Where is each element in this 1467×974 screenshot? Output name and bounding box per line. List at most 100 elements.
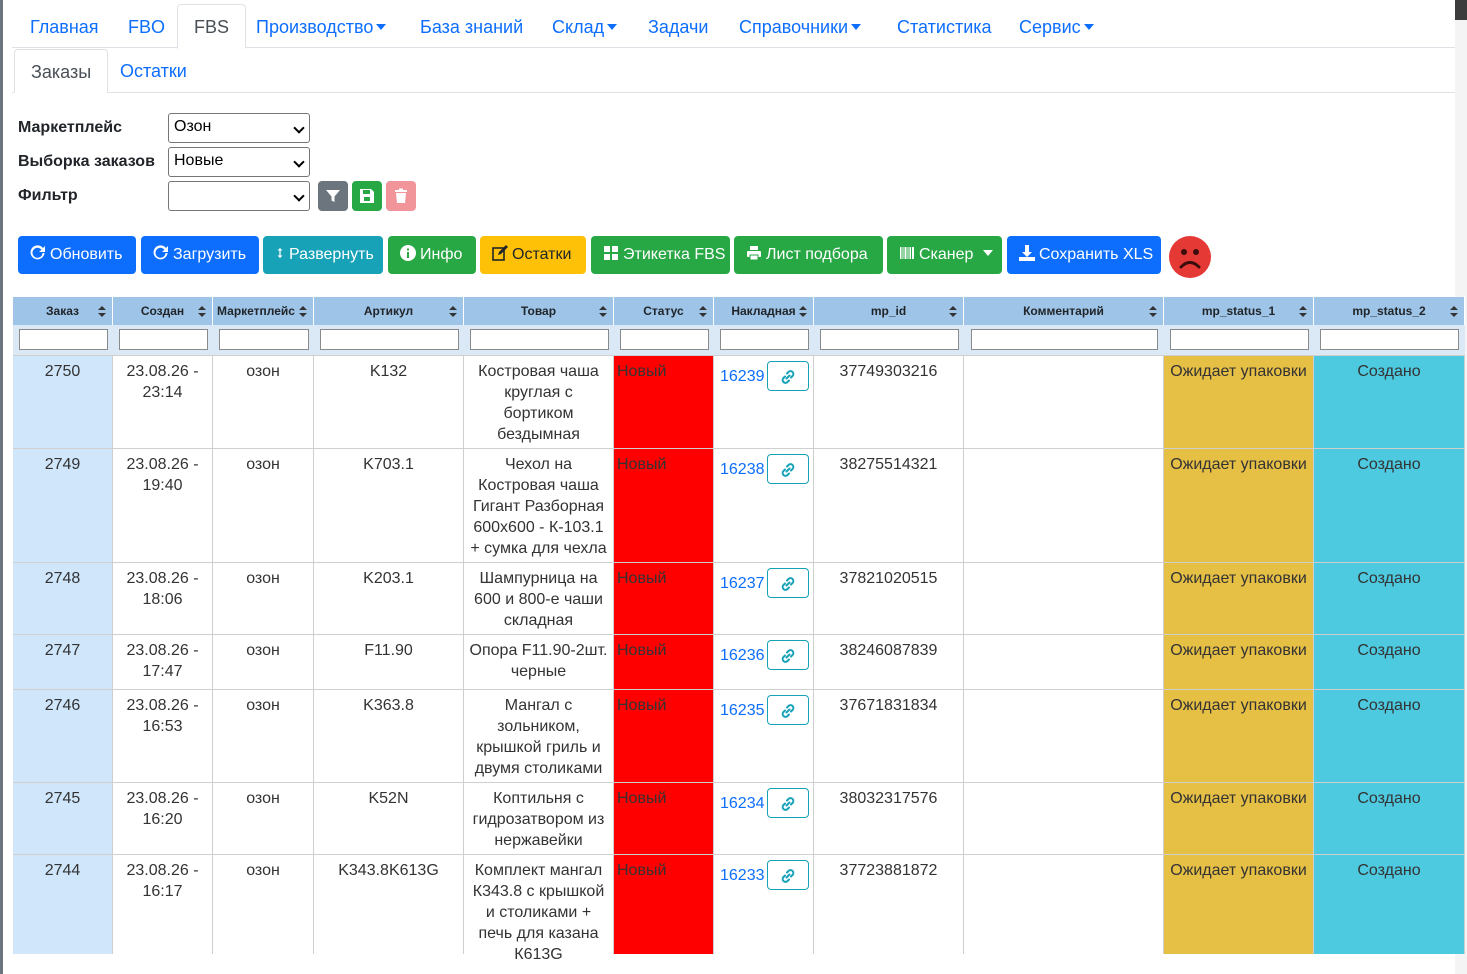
sort-icon [1450, 306, 1458, 317]
open-invoice-link-button[interactable] [767, 454, 809, 484]
fbs-label-button[interactable]: Этикетка FBS [591, 236, 730, 274]
tab-orders[interactable]: Заказы [14, 49, 109, 93]
tab-directories[interactable]: Справочники [723, 4, 877, 49]
filter-input-mp-status-2[interactable] [1320, 329, 1459, 350]
tab-stock[interactable]: Остатки [104, 49, 203, 93]
order-selection-select[interactable]: Новые [168, 147, 310, 177]
sort-icon [1299, 306, 1307, 317]
filter-input-marketplace[interactable] [219, 329, 309, 350]
funnel-icon [326, 190, 340, 202]
invoice-link[interactable]: 16238 [720, 459, 765, 480]
invoice-link[interactable]: 16236 [720, 645, 765, 666]
stock-button[interactable]: Остатки [480, 236, 586, 274]
column-header-mp-id[interactable]: mp_id [814, 297, 964, 325]
filter-input-sku[interactable] [320, 329, 459, 350]
filter-input-mp-id[interactable] [820, 329, 959, 350]
filter-input-product[interactable] [470, 329, 609, 350]
cell-text: 38246087839 [839, 642, 938, 659]
cell-mp-status-2: Создано [1314, 690, 1465, 782]
open-invoice-link-button[interactable] [767, 860, 809, 890]
save-filter-button[interactable] [352, 181, 382, 211]
marketplace-label: Маркетплейс [18, 119, 122, 136]
cell-text: озон [246, 790, 280, 807]
column-header-invoice[interactable]: Накладная [714, 297, 814, 325]
chevron-down-icon [293, 156, 305, 168]
filter-input-order[interactable] [19, 329, 108, 350]
refresh-button[interactable]: Обновить [18, 236, 136, 274]
filter-input-mp-status-1[interactable] [1170, 329, 1309, 350]
table-row[interactable]: 2747 23.08.26 - 17:47 озон F11.90 Опора F11.… [13, 634, 1465, 689]
invoice-link[interactable]: 16233 [720, 865, 765, 886]
apply-filter-button[interactable] [318, 181, 348, 211]
column-header-order[interactable]: Заказ [13, 297, 113, 325]
column-header-created[interactable]: Создан [113, 297, 213, 325]
column-header-product[interactable]: Товар [464, 297, 614, 325]
tab-production[interactable]: Производство [240, 4, 402, 49]
column-header-comment[interactable]: Комментарий [964, 297, 1164, 325]
tab-warehouse[interactable]: Склад [536, 4, 633, 49]
expand-label: Развернуть [289, 246, 374, 263]
table-row[interactable]: 2749 23.08.26 - 19:40 озон K703.1 Чехол на К… [13, 448, 1465, 562]
delete-filter-button[interactable] [386, 181, 416, 211]
filter-input-comment[interactable] [971, 329, 1158, 350]
scanner-dropdown-button[interactable]: Сканер [887, 236, 1002, 274]
cell-comment [964, 690, 1164, 782]
table-row[interactable]: 2744 23.08.26 - 16:17 озон K343.8K613G Компл… [13, 854, 1465, 963]
open-invoice-link-button[interactable] [767, 361, 809, 391]
filter-input-status[interactable] [620, 329, 709, 350]
table-row[interactable]: 2748 23.08.26 - 18:06 озон K203.1 Шампурница… [13, 562, 1465, 634]
tab-fbo[interactable]: FBO [112, 4, 181, 49]
cell-text: 37749303216 [839, 363, 938, 380]
column-label: Маркетплейс [217, 304, 295, 318]
cell-text: озон [246, 570, 280, 587]
column-header-mp-status-1[interactable]: mp_status_1 [1164, 297, 1314, 325]
tab-label: Главная [30, 17, 99, 37]
barcode-icon [900, 247, 914, 259]
tab-label: Справочники [739, 17, 849, 37]
tab-fbs[interactable]: FBS [177, 4, 247, 49]
open-invoice-link-button[interactable] [767, 568, 809, 598]
table-row[interactable]: 2746 23.08.26 - 16:53 озон K363.8 Мангал с з… [13, 689, 1465, 782]
filter-input-created[interactable] [119, 329, 208, 350]
tab-home[interactable]: Главная [14, 4, 115, 49]
cell-mp-id: 37821020515 [814, 563, 964, 634]
cell-text: 23.08.26 - 18:06 [126, 570, 199, 608]
cell-text: 2745 [44, 790, 81, 807]
marketplace-select[interactable]: Озон [168, 113, 310, 143]
tab-service[interactable]: Сервис [1003, 4, 1110, 49]
invoice-link[interactable]: 16237 [720, 573, 765, 594]
filter-input-invoice[interactable] [720, 329, 809, 350]
column-header-sku[interactable]: Артикул [314, 297, 464, 325]
tab-tasks[interactable]: Задачи [632, 4, 724, 49]
cell-sku: K203.1 [314, 563, 464, 634]
invoice-link[interactable]: 16239 [720, 366, 765, 387]
load-button[interactable]: Загрузить [141, 236, 259, 274]
stock-label: Остатки [512, 246, 572, 263]
sort-icon [98, 306, 106, 317]
cell-text: K343.8K613G [338, 862, 439, 879]
scrollbar-thumb[interactable] [1455, 0, 1467, 20]
table-row[interactable]: 2745 23.08.26 - 16:20 озон K52N Коптильня с … [13, 782, 1465, 854]
cell-text: Ожидает упаковки [1170, 790, 1307, 807]
open-invoice-link-button[interactable] [767, 695, 809, 725]
cell-text: Создано [1357, 570, 1421, 587]
cell-text: озон [246, 456, 280, 473]
tab-knowledge-base[interactable]: База знаний [404, 4, 539, 49]
column-header-marketplace[interactable]: Маркетплейс [213, 297, 314, 325]
cell-mp-status-2: Создано [1314, 635, 1465, 689]
open-invoice-link-button[interactable] [767, 640, 809, 670]
table-row[interactable]: 2750 23.08.26 - 23:14 озон K132 Костровая ча… [13, 355, 1465, 448]
invoice-link[interactable]: 16235 [720, 700, 765, 721]
save-xls-button[interactable]: Сохранить XLS [1007, 236, 1161, 274]
invoice-link[interactable]: 16234 [720, 793, 765, 814]
expand-button[interactable]: Развернуть [263, 236, 383, 274]
fbs-label-text: Этикетка FBS [623, 246, 726, 263]
cell-text: 37671831834 [839, 697, 938, 714]
pick-list-button[interactable]: Лист подбора [734, 236, 883, 274]
open-invoice-link-button[interactable] [767, 788, 809, 818]
tab-statistics[interactable]: Статистика [881, 4, 1008, 49]
info-button[interactable]: Инфо [388, 236, 476, 274]
column-header-mp-status-2[interactable]: mp_status_2 [1314, 297, 1465, 325]
filter-select[interactable] [168, 181, 310, 211]
column-header-status[interactable]: Статус [614, 297, 714, 325]
